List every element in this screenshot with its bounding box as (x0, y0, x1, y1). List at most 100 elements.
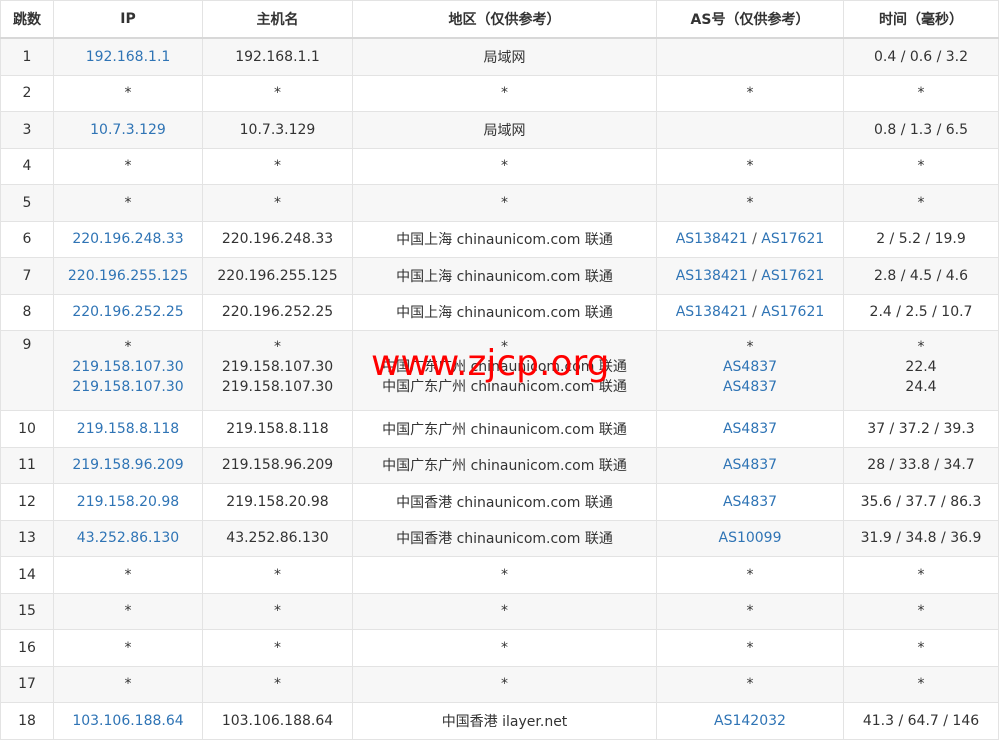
ip-link[interactable]: 103.106.188.64 (72, 713, 183, 729)
table-row: 1 192.168.1.1 192.168.1.1 局域网 0.4 / 0.6 … (0, 37, 999, 76)
region-cell: * (352, 147, 657, 185)
hostname-cell: 220.196.252.25 (202, 293, 353, 331)
hostname-line: 219.158.107.30 (221, 379, 334, 395)
time-cell: 35.6 / 37.7 / 86.3 (843, 483, 999, 521)
as-cell: * (656, 147, 844, 185)
as-link[interactable]: AS4837 (723, 421, 777, 437)
as-link[interactable]: AS138421 (676, 268, 748, 284)
ip-cell: 43.252.86.130 (53, 519, 203, 557)
as-cell: AS138421 / AS17621 (656, 293, 844, 331)
ip-cell: 219.158.20.98 (53, 483, 203, 521)
ip-cell: 192.168.1.1 (53, 37, 203, 76)
as-separator: / (747, 231, 762, 248)
ip-link[interactable]: 220.196.252.25 (72, 304, 183, 320)
as-link[interactable]: AS17621 (761, 304, 824, 320)
region-cell: 中国上海 chinaunicom.com 联通 (352, 257, 657, 295)
hostname-cell: * (202, 556, 353, 594)
ip-cell: * (53, 147, 203, 185)
ip-cell: 10.7.3.129 (53, 111, 203, 149)
region-cell: * (352, 74, 657, 112)
hop-cell: 14 (0, 556, 54, 594)
as-link[interactable]: AS17621 (761, 268, 824, 284)
as-link[interactable]: AS142032 (714, 713, 786, 729)
ip-link[interactable]: 43.252.86.130 (77, 530, 179, 546)
ip-cell: 220.196.255.125 (53, 257, 203, 295)
as-link[interactable]: AS17621 (761, 231, 824, 247)
header-hop: 跳数 (0, 0, 54, 39)
hop-cell: 7 (0, 257, 54, 295)
time-line: 24.4 (905, 379, 937, 395)
ip-cell: 219.158.96.209 (53, 446, 203, 484)
as-cell: * (656, 592, 844, 630)
region-cell: * (352, 556, 657, 594)
as-cell: * (656, 184, 844, 222)
as-cell: AS138421 / AS17621 (656, 257, 844, 295)
ip-link[interactable]: 219.158.96.209 (72, 457, 183, 473)
header-as-number: AS号（仅供参考） (656, 0, 844, 39)
hostname-cell: 220.196.255.125 (202, 257, 353, 295)
as-link[interactable]: AS4837 (723, 494, 777, 510)
ip-cell: * (53, 556, 203, 594)
hostname-line: 219.158.107.30 (221, 359, 334, 375)
time-cell: * 22.4 24.4 (843, 330, 999, 411)
region-cell: 中国香港 chinaunicom.com 联通 (352, 519, 657, 557)
table-row: 8 220.196.252.25 220.196.252.25 中国上海 chi… (0, 293, 999, 331)
as-cell: * (656, 629, 844, 667)
hop-cell: 2 (0, 74, 54, 112)
table-row: 5 * * * * * (0, 184, 999, 222)
as-link[interactable]: AS4837 (657, 377, 843, 397)
ip-link[interactable]: 219.158.8.118 (77, 421, 179, 437)
hop-cell: 13 (0, 519, 54, 557)
ip-link[interactable]: 219.158.107.30 (54, 357, 202, 377)
table-row: 4 * * * * * (0, 147, 999, 185)
hop-cell: 17 (0, 665, 54, 703)
header-region: 地区（仅供参考） (352, 0, 657, 39)
as-link[interactable]: AS4837 (657, 357, 843, 377)
hostname-cell: 43.252.86.130 (202, 519, 353, 557)
as-cell (656, 111, 844, 149)
as-cell: AS142032 (656, 702, 844, 740)
hop-cell: 18 (0, 702, 54, 740)
ip-link[interactable]: 219.158.20.98 (77, 494, 179, 510)
ip-line: * (124, 339, 132, 355)
ip-cell: * (53, 74, 203, 112)
ip-link[interactable]: 220.196.255.125 (68, 268, 188, 284)
hostname-cell: * (202, 592, 353, 630)
region-cell: 局域网 (352, 111, 657, 149)
as-link[interactable]: AS10099 (719, 530, 782, 546)
region-cell: 中国香港 chinaunicom.com 联通 (352, 483, 657, 521)
hostname-cell: * (202, 665, 353, 703)
region-line: 中国广东广州 chinaunicom.com 联通 (382, 379, 627, 395)
as-link[interactable]: AS138421 (676, 304, 748, 320)
as-line: * (746, 339, 754, 355)
time-cell: * (843, 592, 999, 630)
as-cell: AS4837 (656, 410, 844, 448)
as-cell: AS4837 (656, 446, 844, 484)
time-cell: * (843, 556, 999, 594)
region-cell: * 中国广东广州 chinaunicom.com 联通 中国广东广州 china… (352, 330, 657, 411)
time-line: 22.4 (905, 359, 937, 375)
as-cell (656, 37, 844, 76)
as-link[interactable]: AS138421 (676, 231, 748, 247)
ip-link[interactable]: 219.158.107.30 (54, 377, 202, 397)
as-cell: * (656, 665, 844, 703)
ip-cell: * (53, 592, 203, 630)
table-row: 3 10.7.3.129 10.7.3.129 局域网 0.8 / 1.3 / … (0, 111, 999, 149)
time-cell: * (843, 184, 999, 222)
hop-cell: 16 (0, 629, 54, 667)
hostname-cell: 192.168.1.1 (202, 37, 353, 76)
as-cell: * (656, 556, 844, 594)
as-link[interactable]: AS4837 (723, 457, 777, 473)
ip-link[interactable]: 220.196.248.33 (72, 231, 183, 247)
ip-link[interactable]: 192.168.1.1 (86, 49, 171, 65)
hostname-cell: 219.158.96.209 (202, 446, 353, 484)
time-cell: 2.8 / 4.5 / 4.6 (843, 257, 999, 295)
hostname-cell: 220.196.248.33 (202, 220, 353, 258)
traceroute-table: 跳数 IP 主机名 地区（仅供参考） AS号（仅供参考） 时间（毫秒） 1 19… (0, 0, 999, 740)
time-cell: 2.4 / 2.5 / 10.7 (843, 293, 999, 331)
table-row: 17 * * * * * (0, 665, 999, 703)
region-cell: 中国广东广州 chinaunicom.com 联通 (352, 410, 657, 448)
hostname-line: * (274, 339, 281, 355)
ip-link[interactable]: 10.7.3.129 (90, 122, 166, 138)
table-row: 18 103.106.188.64 103.106.188.64 中国香港 il… (0, 702, 999, 740)
